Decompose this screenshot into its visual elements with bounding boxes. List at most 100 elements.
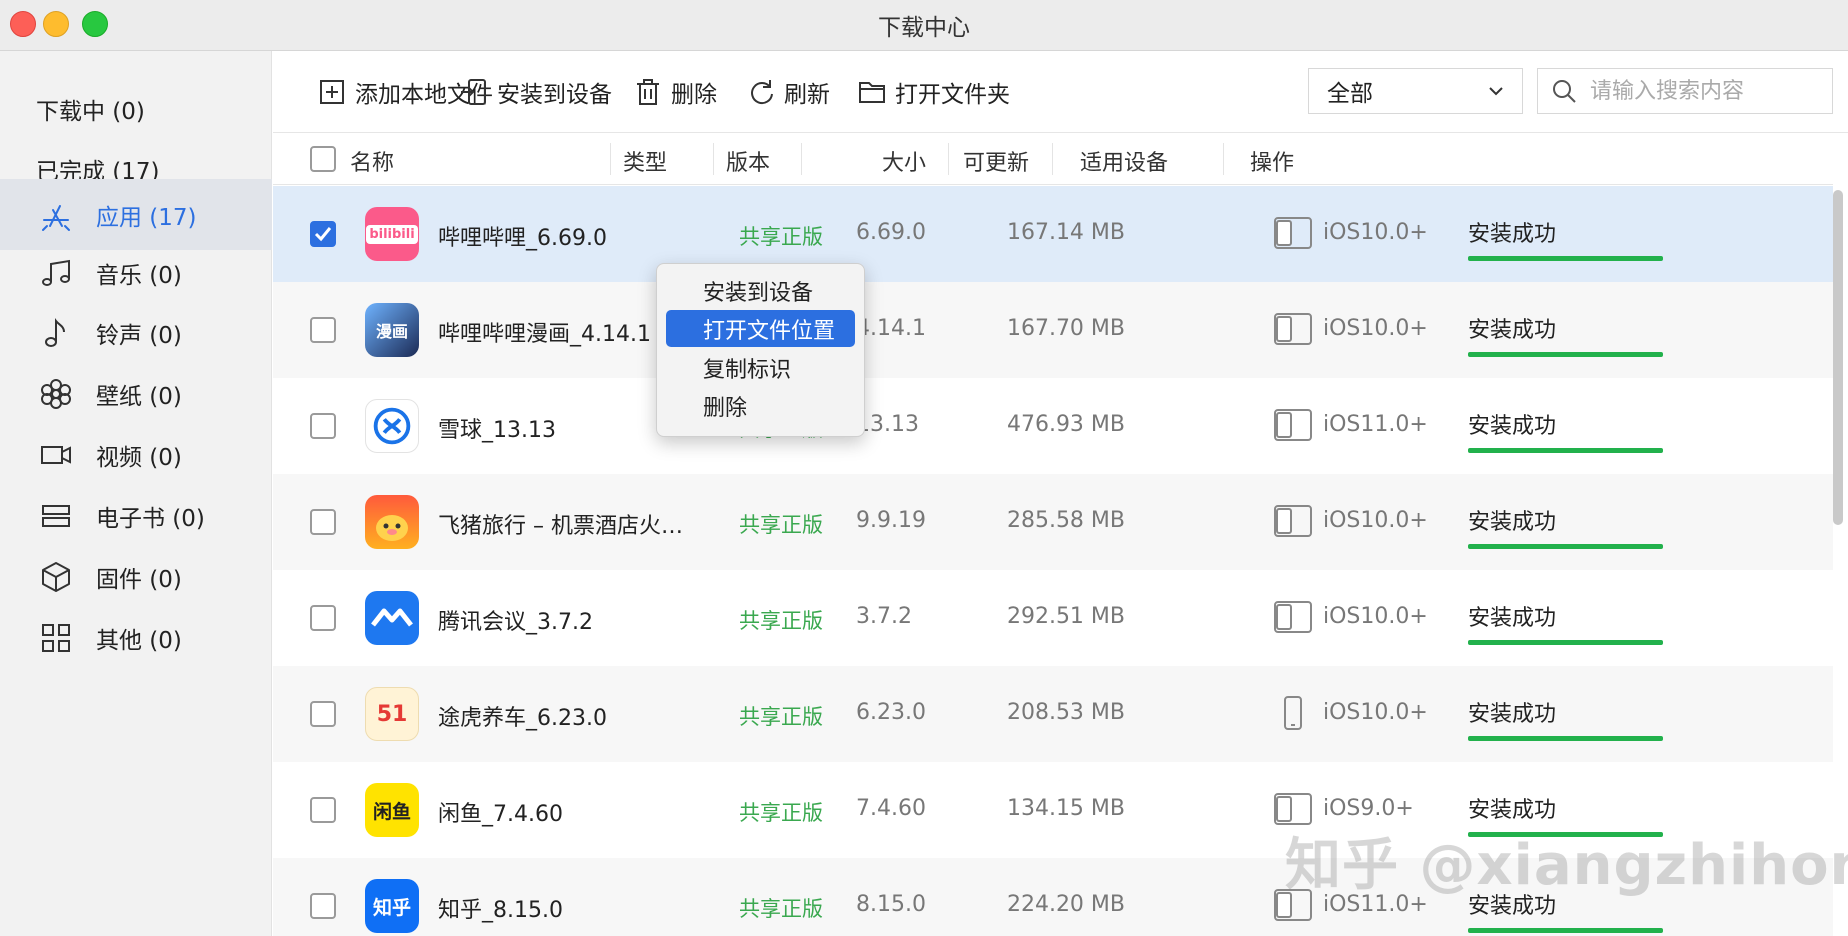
install-progress-bar [1468, 736, 1663, 741]
open-folder-label: 打开文件夹 [895, 82, 1010, 108]
app-type: 共享正版 [739, 801, 823, 825]
sidebar-item-other[interactable]: 其他 (0) [0, 602, 272, 673]
table-row[interactable]: 漫画 哔哩哔哩漫画_4.14.1 共享正版 4.14.1 167.70 MB i… [273, 282, 1833, 378]
column-header-action[interactable]: 操作 [1250, 145, 1294, 177]
music-note-icon [38, 255, 74, 291]
bilibili-comics-app-icon: 漫画 [365, 303, 419, 357]
app-size: 167.14 MB [1006, 220, 1125, 245]
context-menu-copy-identifier[interactable]: 复制标识 [666, 349, 855, 386]
chevron-down-icon [1489, 87, 1503, 96]
column-divider[interactable] [610, 143, 611, 175]
delete-button[interactable]: 删除 [633, 72, 717, 112]
app-name: 雪球_13.13 [438, 418, 556, 443]
app-size: 285.58 MB [1006, 508, 1125, 533]
sidebar-item-label: 电子书 (0) [96, 505, 205, 532]
category-filter-select[interactable]: 全部 [1308, 68, 1523, 114]
app-device-requirement: iOS11.0+ [1323, 412, 1428, 437]
install-progress-bar [1468, 448, 1663, 453]
row-checkbox[interactable] [310, 221, 336, 247]
column-divider[interactable] [1052, 143, 1053, 175]
row-checkbox[interactable] [310, 413, 336, 439]
phone-icon [1284, 696, 1302, 730]
install-status: 安装成功 [1468, 414, 1557, 439]
install-progress-bar [1468, 352, 1663, 357]
sidebar-item-label: 应用 (17) [96, 204, 197, 231]
column-header-updatable[interactable]: 可更新 [963, 145, 1029, 177]
grid-icon [38, 620, 74, 656]
table-row[interactable]: 飞猪旅行 – 机票酒店火… 共享正版 9.9.19 285.58 MB iOS1… [273, 474, 1833, 570]
table-header: 名称 类型 版本 大小 可更新 适用设备 操作 [273, 133, 1833, 185]
column-header-size[interactable]: 大小 [882, 145, 926, 177]
refresh-icon [751, 80, 773, 105]
search-box [1537, 68, 1833, 114]
row-checkbox[interactable] [310, 893, 336, 919]
column-divider[interactable] [713, 143, 714, 175]
context-menu-open-file-location[interactable]: 打开文件位置 [666, 310, 855, 347]
column-divider[interactable] [801, 143, 802, 175]
column-header-device[interactable]: 适用设备 [1080, 145, 1168, 177]
filter-selected-value: 全部 [1327, 81, 1373, 107]
phone-tablet-icon [1274, 409, 1312, 441]
app-device-requirement: iOS10.0+ [1323, 700, 1428, 725]
table-row[interactable]: 51 途虎养车_6.23.0 共享正版 6.23.0 208.53 MB iOS… [273, 666, 1833, 762]
watermark: 知乎 @xiangzhihong [1285, 833, 1848, 898]
row-checkbox[interactable] [310, 701, 336, 727]
add-square-icon [320, 80, 344, 104]
app-type: 共享正版 [739, 897, 823, 921]
install-status: 安装成功 [1468, 318, 1557, 343]
download-center-window: 下载中心 下载中 (0) 已完成 (17) 应用 (17) 音乐 (0) 铃声 … [0, 0, 1848, 936]
app-icon-text: 闲鱼 [372, 800, 411, 823]
app-device-requirement: iOS10.0+ [1323, 508, 1428, 533]
context-menu-delete[interactable]: 删除 [666, 387, 855, 424]
refresh-button[interactable]: 刷新 [746, 72, 830, 112]
folder-icon [859, 82, 885, 103]
context-menu-install-to-device[interactable]: 安装到设备 [666, 272, 855, 309]
context-menu: 安装到设备 打开文件位置 复制标识 删除 [656, 263, 865, 437]
column-divider[interactable] [948, 143, 949, 175]
phone-tablet-icon [1274, 505, 1312, 537]
install-progress-bar [1468, 256, 1663, 261]
install-device-icon [461, 79, 486, 105]
vertical-scrollbar[interactable] [1833, 190, 1843, 525]
open-folder-button[interactable]: 打开文件夹 [857, 72, 1010, 112]
column-header-version[interactable]: 版本 [726, 145, 770, 177]
row-checkbox[interactable] [310, 317, 336, 343]
sidebar-item-label: 音乐 (0) [96, 262, 182, 289]
tuhu-app-icon: 51 [365, 687, 419, 741]
box-icon [38, 559, 74, 595]
table-row[interactable]: 雪球_13.13 共享正版 13.13 476.93 MB iOS11.0+ 安… [273, 378, 1833, 474]
sidebar-item-label: 铃声 (0) [96, 322, 182, 349]
zhihu-app-icon: 知乎 [365, 879, 419, 933]
row-checkbox[interactable] [310, 509, 336, 535]
app-store-icon [38, 197, 74, 233]
column-header-name[interactable]: 名称 [350, 145, 394, 177]
select-all-checkbox[interactable] [310, 146, 336, 172]
column-divider[interactable] [1223, 143, 1224, 175]
row-checkbox[interactable] [310, 797, 336, 823]
phone-tablet-icon [1274, 313, 1312, 345]
install-status: 安装成功 [1468, 606, 1557, 631]
flower-icon [38, 376, 74, 412]
search-input[interactable] [1588, 77, 1822, 105]
app-name: 哔哩哔哩_6.69.0 [438, 226, 607, 251]
tencent-meeting-app-icon [365, 591, 419, 645]
sidebar-item-label: 视频 (0) [96, 444, 182, 471]
install-to-device-button[interactable]: 安装到设备 [459, 72, 612, 112]
table-row[interactable]: 腾讯会议_3.7.2 共享正版 3.7.2 292.51 MB iOS10.0+… [273, 570, 1833, 666]
app-name: 哔哩哔哩漫画_4.14.1 [438, 322, 651, 347]
app-size: 224.20 MB [1006, 892, 1125, 917]
app-type: 共享正版 [739, 225, 823, 249]
app-type: 共享正版 [739, 609, 823, 633]
table-row[interactable]: bilibili 哔哩哔哩_6.69.0 共享正版 6.69.0 167.14 … [273, 186, 1833, 282]
install-status: 安装成功 [1468, 222, 1557, 247]
phone-tablet-icon [1274, 217, 1312, 249]
app-size: 167.70 MB [1006, 316, 1125, 341]
ringtone-icon [38, 315, 74, 351]
delete-label: 删除 [671, 82, 717, 108]
sidebar-item-label: 固件 (0) [96, 566, 182, 593]
row-checkbox[interactable] [310, 605, 336, 631]
trash-icon [637, 79, 659, 105]
app-type: 共享正版 [739, 705, 823, 729]
column-header-type[interactable]: 类型 [623, 145, 667, 177]
xianyu-app-icon: 闲鱼 [365, 783, 419, 837]
